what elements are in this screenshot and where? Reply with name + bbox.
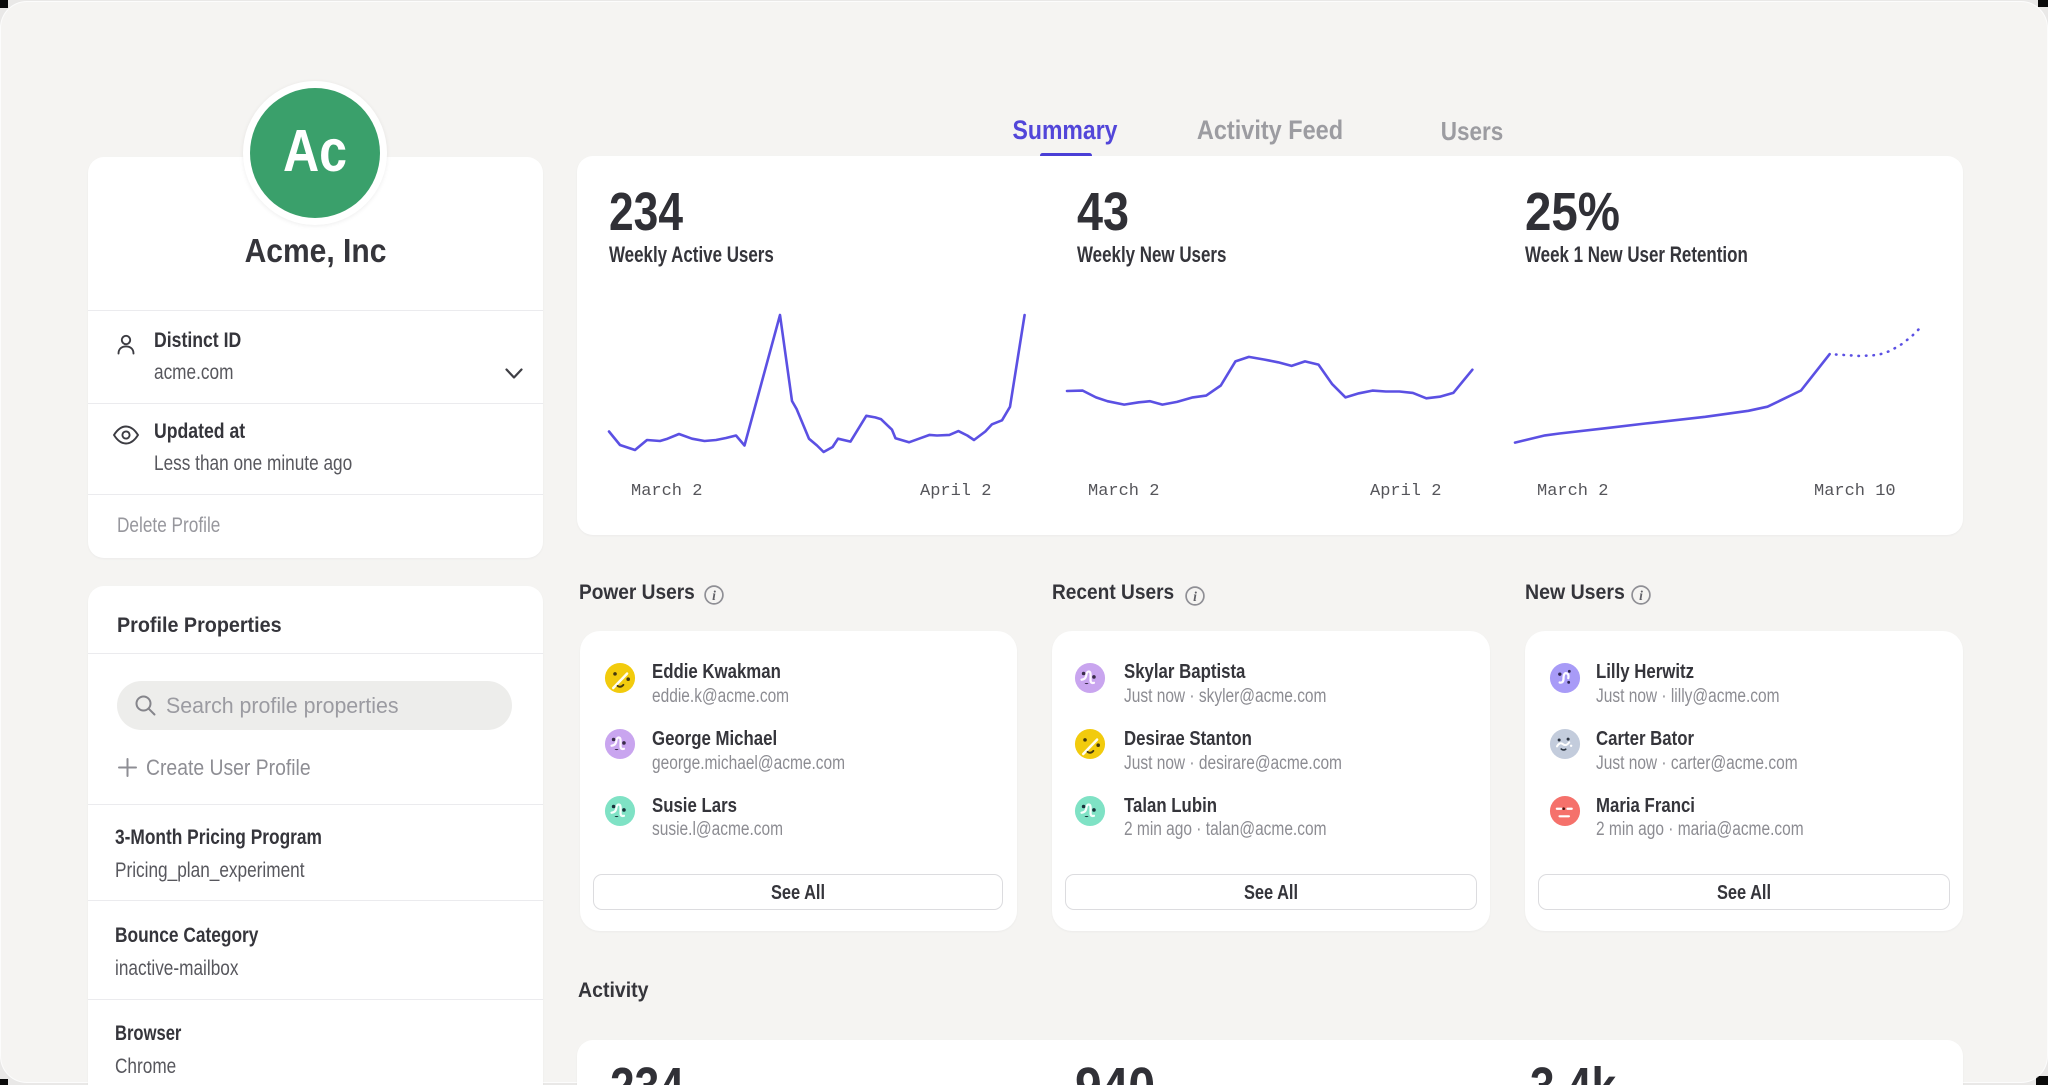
svg-text:i: i	[1193, 589, 1197, 604]
svg-text:i: i	[712, 588, 716, 603]
svg-text:i: i	[1639, 588, 1643, 603]
